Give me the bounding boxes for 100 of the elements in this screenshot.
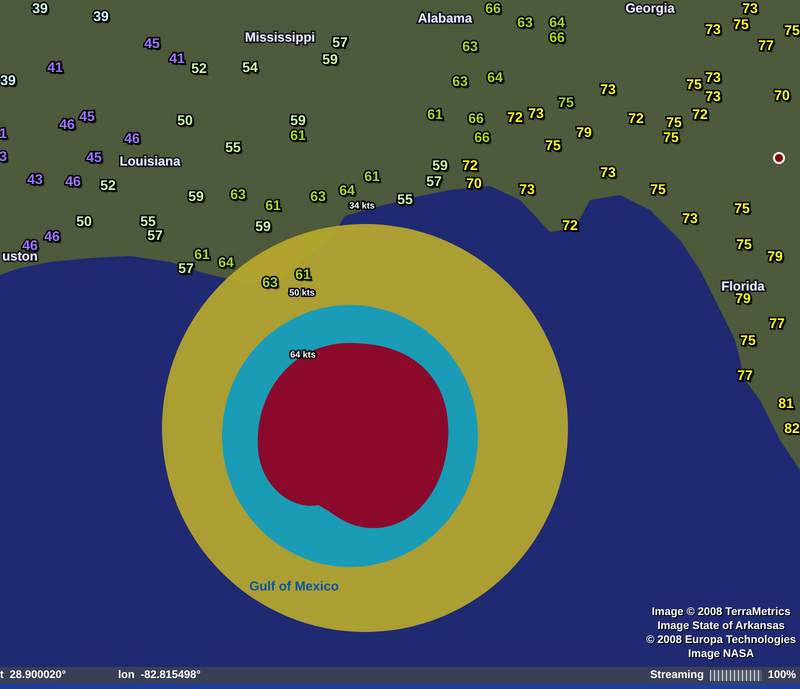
wind-radius-label: 34 kts	[349, 202, 375, 210]
temperature-label: 75	[733, 17, 749, 31]
temperature-label: 46	[65, 174, 81, 188]
temperature-label: 45	[144, 36, 160, 50]
temperature-label: 57	[178, 261, 194, 275]
temperature-label: 75	[663, 130, 679, 144]
temperature-label: 41	[47, 60, 63, 74]
temperature-label: 46	[124, 131, 140, 145]
temperature-label: 79	[735, 291, 751, 305]
streaming-meter	[710, 670, 762, 681]
place-label: Georgia	[625, 2, 675, 14]
temperature-label: 66	[485, 1, 501, 15]
longitude-label: lon	[118, 670, 135, 681]
temperature-label: 41	[169, 51, 185, 65]
temperature-label: 72	[507, 110, 523, 124]
temperature-label: 55	[225, 140, 241, 154]
temperature-label: 73	[519, 182, 535, 196]
temperature-label: 73	[682, 211, 698, 225]
temperature-label: 46	[44, 229, 60, 243]
temperature-label: 63	[262, 275, 278, 289]
temperature-label: 61	[290, 128, 306, 142]
temperature-label: 1	[0, 126, 7, 140]
attribution-text: Image NASA	[688, 648, 754, 661]
temperature-label: 75	[558, 95, 574, 109]
temperature-label: 54	[242, 60, 258, 74]
temperature-label: 64	[339, 183, 355, 197]
temperature-label: 63	[517, 15, 533, 29]
temperature-label: 73	[705, 70, 721, 84]
temperature-label: 75	[736, 237, 752, 251]
placemark-icon[interactable]	[773, 152, 785, 164]
temperature-label: 57	[147, 228, 163, 242]
temperature-label: 81	[778, 396, 794, 410]
temperature-label: 59	[188, 189, 204, 203]
temperature-label: 39	[93, 9, 109, 23]
latitude-value: 28.900020°	[10, 670, 66, 681]
temperature-label: 61	[364, 169, 380, 183]
streaming-label: Streaming	[650, 670, 704, 681]
temperature-label: 75	[545, 138, 561, 152]
attribution-text: Image State of Arkansas	[657, 620, 785, 633]
temperature-label: 45	[79, 109, 95, 123]
temperature-label: 73	[528, 106, 544, 120]
temperature-label: 77	[758, 38, 774, 52]
temperature-label: 75	[650, 182, 666, 196]
temperature-label: 59	[432, 158, 448, 172]
temperature-label: 72	[628, 111, 644, 125]
temperature-label: 43	[27, 172, 43, 186]
temperature-label: 50	[76, 214, 92, 228]
temperature-label: 61	[194, 247, 210, 261]
wind-radius-label: 50 kts	[289, 288, 315, 298]
temperature-label: 52	[191, 61, 207, 75]
temperature-label: 75	[686, 77, 702, 91]
temperature-label: 61	[295, 267, 311, 281]
temperature-label: 39	[0, 73, 16, 87]
temperature-label: 55	[140, 214, 156, 228]
temperature-label: 79	[576, 125, 592, 139]
temperature-label: 39	[32, 1, 48, 15]
temperature-label: 73	[742, 1, 758, 15]
temperature-label: 57	[426, 174, 442, 188]
temperature-label: 75	[740, 333, 756, 347]
place-label: Louisiana	[120, 154, 180, 168]
temperature-label: 50	[177, 113, 193, 127]
place-label: Alabama	[418, 12, 472, 24]
temperature-label: 64	[487, 70, 503, 84]
place-label: uston	[2, 250, 38, 262]
temperature-label: 46	[22, 238, 38, 252]
temperature-label: 52	[100, 178, 116, 192]
temperature-label: 57	[332, 35, 348, 49]
temperature-label: 63	[230, 187, 246, 201]
longitude-value: -82.815498°	[140, 670, 201, 681]
streaming-percent: 100%	[768, 670, 796, 681]
temperature-label: 70	[466, 176, 482, 190]
temperature-label: 66	[549, 30, 565, 44]
temperature-label: 45	[86, 150, 102, 164]
temperature-label: 72	[562, 218, 578, 232]
temperature-label: 73	[600, 82, 616, 96]
temperature-label: 75	[784, 23, 800, 37]
temperature-label: 55	[397, 192, 413, 206]
temperature-label: 63	[462, 39, 478, 53]
temperature-label: 63	[452, 74, 468, 88]
temperature-label: 72	[692, 107, 708, 121]
temperature-label: 77	[769, 316, 785, 330]
place-label: Florida	[721, 280, 765, 292]
temperature-label: 64	[549, 15, 565, 29]
temperature-label: 70	[774, 88, 790, 102]
temperature-label: 46	[59, 117, 75, 131]
latitude-label: t	[0, 670, 4, 681]
temperature-label: 73	[705, 22, 721, 36]
temperature-label: 75	[666, 115, 682, 129]
temperature-label: 61	[427, 107, 443, 121]
temperature-label: 72	[462, 158, 478, 172]
temperature-label: 66	[474, 130, 490, 144]
temperature-label: 64	[218, 255, 234, 269]
temperature-label: 79	[767, 249, 783, 263]
temperature-label: 77	[737, 368, 753, 382]
temperature-label: 61	[265, 198, 281, 212]
attribution-text: © 2008 Europa Technologies	[646, 634, 796, 647]
water-body-label: Gulf of Mexico	[249, 580, 339, 592]
wind-radius-label: 64 kts	[290, 350, 316, 360]
temperature-label: 73	[600, 165, 616, 179]
temperature-label: 59	[255, 219, 271, 233]
